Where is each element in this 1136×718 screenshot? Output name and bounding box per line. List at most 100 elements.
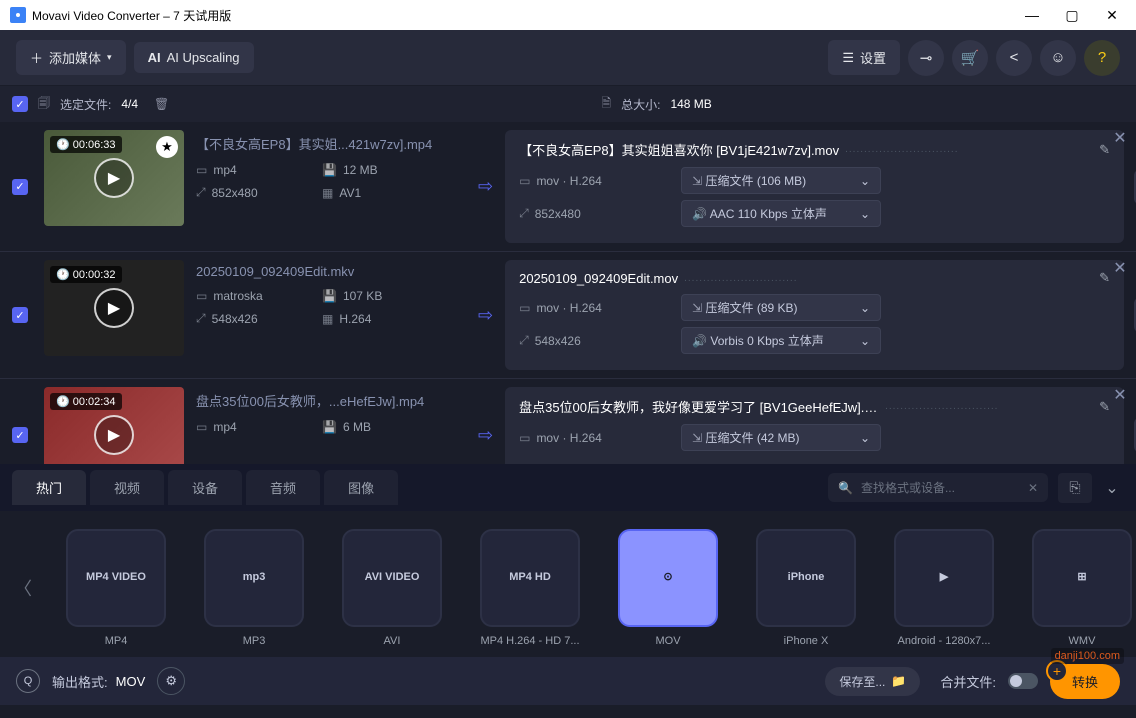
source-size: 107 KB [343,289,382,303]
compress-dropdown[interactable]: ⇲ 压缩文件 (106 MB)⌄ [681,167,881,194]
source-resolution: 852x480 [212,186,258,200]
format-card[interactable]: ⊙MOV [608,529,728,647]
ai-upscaling-button[interactable]: AI AI Upscaling [134,42,254,73]
format-card[interactable]: ▶Android - 1280x7... [884,529,1004,647]
file-checkbox[interactable]: ✓ [12,179,28,195]
output-panel: 20250109_092409Edit.mov ................… [505,260,1124,370]
total-label: 总大小: [621,96,660,113]
format-tab[interactable]: 音频 [246,470,320,505]
thumbnail[interactable]: 🕐00:06:33 ★ ▶ [44,130,184,226]
container-icon: ▭ [196,289,207,303]
output-format: mov · H.264 [536,174,601,188]
format-icon: ⊙ [618,529,718,627]
total-size: 148 MB [670,97,711,111]
audio-icon: 🔊 [692,334,707,348]
format-tab[interactable]: 设备 [168,470,242,505]
play-icon[interactable]: ▶ [94,288,134,328]
codec-icon: ▦ [322,312,333,326]
source-filename: 【不良女高EP8】其实姐...421w7zv].mp4 [196,134,466,153]
convert-button[interactable]: + 转换 [1050,664,1120,699]
disk-icon: 💾 [322,163,337,177]
format-icon: ⊞ [1032,529,1132,627]
arrow-icon: ⇨ [478,130,493,243]
duration-badge: 🕐00:00:32 [50,266,122,283]
file-item: ✓ 🕐00:06:33 ★ ▶ 【不良女高EP8】其实姐...421w7zv].… [0,122,1136,252]
duration-badge: 🕐00:02:34 [50,393,122,410]
format-tab[interactable]: 图像 [324,470,398,505]
thumbnail[interactable]: 🕐00:00:32 ▶ [44,260,184,356]
select-all-checkbox[interactable]: ✓ [12,96,28,112]
list-view-button[interactable]: ⎘ [1058,473,1092,503]
format-label: MP4 H.264 - HD 7... [470,635,590,647]
arrow-icon: ⇨ [478,387,493,464]
scroll-left-button[interactable]: 〈 [8,575,38,601]
clear-search-icon[interactable]: ✕ [1028,481,1038,495]
output-filename: 20250109_092409Edit.mov [519,271,678,286]
output-resolution: 852x480 [535,207,581,221]
format-card[interactable]: AVI VIDEOAVI [332,529,452,647]
help-icon-button[interactable]: ? [1084,40,1120,76]
format-card[interactable]: MP4 HDMP4 H.264 - HD 7... [470,529,590,647]
close-button[interactable]: ✕ [1092,0,1132,30]
account-icon-button[interactable]: ☺ [1040,40,1076,76]
format-card[interactable]: mp3MP3 [194,529,314,647]
selected-count: 4/4 [121,97,138,111]
thumbnail[interactable]: 🕐00:02:34 ▶ [44,387,184,464]
rename-icon[interactable]: ✎ [1099,142,1110,158]
format-card[interactable]: iPhoneiPhone X [746,529,866,647]
format-card[interactable]: ⊞ WMV [1022,529,1136,647]
maximize-button[interactable]: ▢ [1052,0,1092,30]
rename-icon[interactable]: ✎ [1099,399,1110,415]
file-checkbox[interactable]: ✓ [12,307,28,323]
remove-item-button[interactable]: ✕ [1110,385,1130,405]
duration-badge: 🕐00:06:33 [50,136,122,153]
format-card[interactable]: MP4 VIDEOMP4 [56,529,176,647]
resolution-icon: ⤢ [196,185,206,200]
audio-dropdown[interactable]: 🔊 Vorbis 0 Kbps 立体声⌄ [681,327,881,354]
settings-button[interactable]: ☰ 设置 [828,40,900,75]
format-icon: iPhone [756,529,856,627]
cart-icon-button[interactable]: 🛒 [952,40,988,76]
format-tabs: 热门视频设备音频图像 🔍 查找格式或设备... ✕ ⎘ ⌄ [0,464,1136,511]
play-icon[interactable]: ▶ [94,415,134,455]
chevron-down-icon: ⌄ [860,207,870,221]
save-to-button[interactable]: 保存至... 📁 [825,667,920,696]
file-checkbox[interactable]: ✓ [12,427,28,443]
source-codec: AV1 [339,186,361,200]
merge-toggle[interactable] [1008,673,1038,689]
disk-icon: 💾 [322,420,337,434]
play-icon[interactable]: ▶ [94,158,134,198]
selected-label: 选定文件: [60,96,111,113]
source-size: 12 MB [343,163,378,177]
add-media-button[interactable]: ＋ 添加媒体 ▾ [16,40,126,75]
chevron-down-icon: ⌄ [860,301,870,315]
clock-icon: 🕐 [56,268,70,281]
output-filename: 【不良女高EP8】其实姐姐喜欢你 [BV1jE421w7zv].mov [519,140,839,159]
format-label: WMV [1022,635,1136,647]
output-resolution: 548x426 [535,334,581,348]
compress-icon: ⇲ [692,301,702,315]
audio-dropdown[interactable]: 🔊 AAC 110 Kbps 立体声⌄ [681,200,881,227]
format-grid: 〈 MP4 VIDEOMP4mp3MP3AVI VIDEOAVIMP4 HDMP… [0,511,1136,657]
compress-dropdown[interactable]: ⇲ 压缩文件 (89 KB)⌄ [681,294,881,321]
remove-item-button[interactable]: ✕ [1110,258,1130,278]
codec-icon: ▦ [322,186,333,200]
minimize-button[interactable]: — [1012,0,1052,30]
collapse-formats-button[interactable]: ⌄ [1100,473,1124,503]
chevron-down-icon: ▾ [107,52,112,63]
trash-icon[interactable]: 🗑 [154,97,169,111]
rename-icon[interactable]: ✎ [1099,270,1110,286]
key-icon-button[interactable]: ⊸ [908,40,944,76]
search-placeholder: 查找格式或设备... [861,479,1020,496]
compress-dropdown[interactable]: ⇲ 压缩文件 (42 MB)⌄ [681,424,881,451]
share-icon-button[interactable]: < [996,40,1032,76]
format-tab[interactable]: 视频 [90,470,164,505]
remove-item-button[interactable]: ✕ [1110,128,1130,148]
clock-icon: 🕐 [56,395,70,408]
format-section: 热门视频设备音频图像 🔍 查找格式或设备... ✕ ⎘ ⌄ 〈 MP4 VIDE… [0,464,1136,657]
format-search[interactable]: 🔍 查找格式或设备... ✕ [828,473,1048,502]
star-icon[interactable]: ★ [156,136,178,158]
format-tab[interactable]: 热门 [12,470,86,505]
output-settings-button[interactable]: ⚙ [157,667,185,695]
settings-label: 设置 [860,48,886,67]
